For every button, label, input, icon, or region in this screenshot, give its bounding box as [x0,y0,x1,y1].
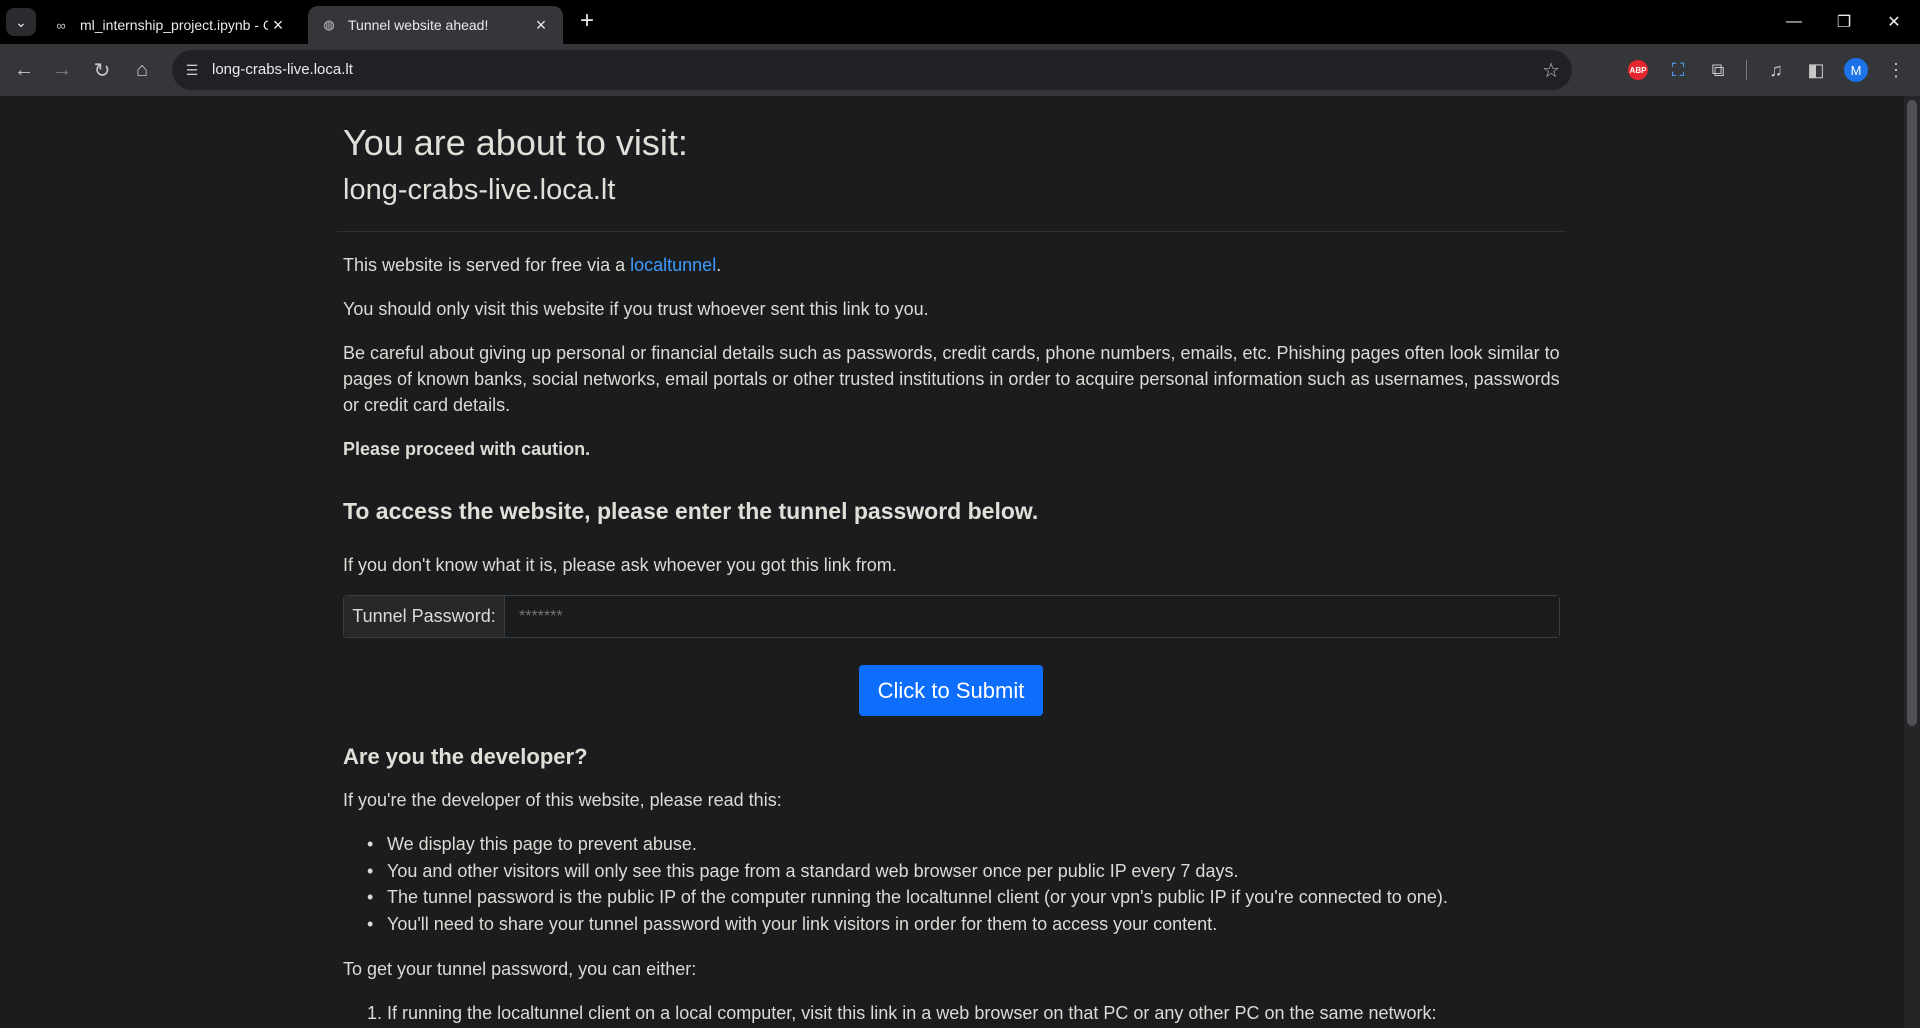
bookmark-star-icon[interactable]: ☆ [1542,58,1560,83]
tab-search-button[interactable]: ⌄ [6,8,36,36]
divider [337,231,1566,232]
avatar: M [1844,58,1868,82]
toolbar-divider [1746,60,1747,80]
list-item: We display this page to prevent abuse. [367,831,1560,858]
reload-button[interactable]: ↻ [86,54,118,86]
host-name: long-crabs-live.loca.lt [343,174,616,206]
tab-strip: ⌄ ∞ ml_internship_project.ipynb - Co × ◍… [0,0,1920,44]
access-heading: To access the website, please enter the … [343,498,1039,524]
home-button[interactable]: ⌂ [126,54,158,86]
reload-icon: ↻ [93,59,111,82]
back-button[interactable]: ← [8,54,40,86]
arrow-left-icon: ← [14,58,34,81]
new-tab-button[interactable]: + [572,6,602,36]
submit-button[interactable]: Click to Submit [859,665,1043,716]
menu-kebab-icon[interactable]: ⋮ [1882,56,1910,84]
close-icon[interactable]: × [268,15,288,36]
list-item: You and other visitors will only see thi… [367,858,1560,885]
list-item: You'll need to share your tunnel passwor… [367,911,1560,938]
browser-toolbar: ← → ↻ ⌂ ☰ long-crabs-live.loca.lt ☆ ABP … [0,44,1920,96]
restore-button[interactable]: ❐ [1824,8,1864,36]
list-item: The tunnel password is the public IP of … [367,884,1560,911]
forward-button[interactable]: → [46,54,78,86]
password-steps: 1. If running the localtunnel client on a… [367,1000,1560,1027]
served-suffix: . [716,255,722,275]
localtunnel-link[interactable]: localtunnel [630,255,716,275]
trust-paragraph: You should only visit this website if yo… [343,299,929,319]
password-input-group: Tunnel Password: [343,595,1560,638]
tab-tunnel[interactable]: ◍ Tunnel website ahead! × [308,6,563,44]
developer-heading: Are you the developer? [343,744,588,769]
url-text[interactable]: long-crabs-live.loca.lt [212,61,353,78]
list-item: 1. If running the localtunnel client on a… [367,1000,1560,1027]
page-title: You are about to visit: [343,122,688,163]
scrollbar[interactable] [1904,96,1920,1028]
screenshot-extension-icon[interactable]: ⛶ [1664,56,1692,84]
side-panel-icon[interactable]: ◧ [1802,56,1830,84]
careful-paragraph: Be careful about giving up personal or f… [343,343,1560,415]
abp-icon: ABP [1628,60,1648,80]
home-icon: ⌂ [135,58,149,81]
scrollbar-thumb[interactable] [1907,100,1917,726]
dont-know-paragraph: If you don't know what it is, please ask… [343,555,897,575]
close-window-button[interactable]: ✕ [1874,8,1914,36]
adblock-extension[interactable]: ABP [1624,56,1652,84]
media-control-icon[interactable]: ♫ [1762,56,1790,84]
served-prefix: This website is served for free via a [343,255,631,275]
page-viewport: You are about to visit: long-crabs-live.… [0,96,1904,1028]
caution-text: Please proceed with caution. [343,439,591,459]
site-info-icon[interactable]: ☰ [182,60,202,80]
get-password-paragraph: To get your tunnel password, you can eit… [343,959,697,979]
developer-points: We display this page to prevent abuse. Y… [367,831,1560,938]
step-text: If running the localtunnel client on a l… [387,1003,1437,1023]
arrow-right-icon: → [52,58,72,81]
close-icon[interactable]: × [531,15,551,36]
colab-icon: ∞ [56,17,66,33]
minimize-button[interactable]: — [1774,8,1814,36]
extensions-puzzle-icon[interactable]: ⧉ [1704,56,1732,84]
chevron-down-icon: ⌄ [15,13,27,30]
developer-intro: If you're the developer of this website,… [343,790,782,810]
tunnel-password-input[interactable] [505,596,1559,637]
step-number: 1. [367,1003,383,1023]
tab-colab[interactable]: ∞ ml_internship_project.ipynb - Co × [40,6,300,44]
profile-button[interactable]: M [1842,56,1870,84]
tab-title: ml_internship_project.ipynb - Co [80,17,268,33]
globe-icon: ◍ [323,17,335,32]
password-label: Tunnel Password: [344,596,505,637]
address-bar[interactable]: ☰ long-crabs-live.loca.lt ☆ [172,50,1572,90]
tab-title: Tunnel website ahead! [348,17,489,33]
served-paragraph: This website is served for free via a lo… [343,252,1560,278]
